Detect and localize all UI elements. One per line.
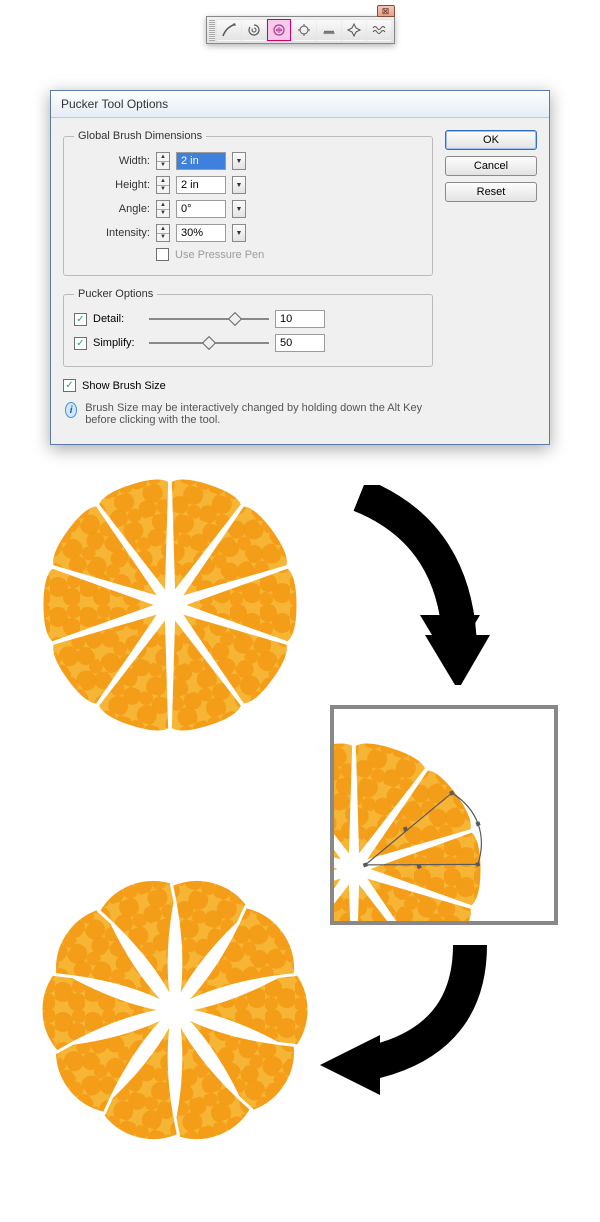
pressure-label: Use Pressure Pen: [175, 249, 264, 261]
info-icon: i: [65, 402, 77, 418]
angle-label: Angle:: [74, 203, 150, 215]
intensity-label: Intensity:: [74, 227, 150, 239]
width-stepper[interactable]: ▲▼: [156, 152, 170, 170]
wrinkle-icon: [371, 22, 387, 38]
global-brush-dimensions-group: Global Brush Dimensions Width: ▲▼ 2 in ▼…: [63, 130, 433, 276]
brush-legend: Global Brush Dimensions: [74, 130, 206, 142]
info-text: Brush Size may be interactively changed …: [85, 402, 431, 426]
angle-input[interactable]: 0°: [176, 200, 226, 218]
dialog-title: Pucker Tool Options: [61, 97, 168, 111]
detail-label: Detail:: [93, 313, 143, 325]
twirl-tool-button[interactable]: [242, 19, 266, 41]
height-input[interactable]: 2 in: [176, 176, 226, 194]
bloat-icon: [296, 22, 312, 38]
pucker-tool-options-dialog: Pucker Tool Options Global Brush Dimensi…: [50, 90, 550, 445]
height-stepper[interactable]: ▲▼: [156, 176, 170, 194]
simplify-checkbox[interactable]: ✓: [74, 337, 87, 350]
width-dropdown[interactable]: ▼: [232, 152, 246, 170]
detail-slider[interactable]: [149, 312, 269, 326]
warp-icon: [221, 22, 237, 38]
toolbar-close-button[interactable]: ⊠: [377, 5, 395, 17]
arrow-down-left: [320, 935, 490, 1095]
angle-dropdown[interactable]: ▼: [232, 200, 246, 218]
bloat-tool-button[interactable]: [292, 19, 316, 41]
height-dropdown[interactable]: ▼: [232, 176, 246, 194]
orange-slice-before: [30, 465, 310, 745]
width-input[interactable]: 2 in: [176, 152, 226, 170]
angle-stepper[interactable]: ▲▼: [156, 200, 170, 218]
cancel-button[interactable]: Cancel: [445, 156, 537, 176]
intensity-input[interactable]: 30%: [176, 224, 226, 242]
intensity-stepper[interactable]: ▲▼: [156, 224, 170, 242]
warp-tool-button[interactable]: [217, 19, 241, 41]
pressure-checkbox: [156, 248, 169, 261]
width-label: Width:: [74, 155, 150, 167]
pucker-legend: Pucker Options: [74, 288, 157, 300]
twirl-icon: [246, 22, 262, 38]
reset-button[interactable]: Reset: [445, 182, 537, 202]
scallop-tool-button[interactable]: [317, 19, 341, 41]
simplify-input[interactable]: 50: [275, 334, 325, 352]
pucker-icon: [271, 22, 287, 38]
pucker-options-group: Pucker Options ✓ Detail: 10 ✓ Simplify:: [63, 288, 433, 367]
intensity-dropdown[interactable]: ▼: [232, 224, 246, 242]
crystallize-tool-button[interactable]: [342, 19, 366, 41]
pucker-tool-button[interactable]: [267, 19, 291, 41]
wrinkle-tool-button[interactable]: [367, 19, 391, 41]
detail-input[interactable]: 10: [275, 310, 325, 328]
simplify-slider[interactable]: [149, 336, 269, 350]
show-brush-checkbox[interactable]: ✓: [63, 379, 76, 392]
detail-inset: [330, 705, 558, 925]
simplify-label: Simplify:: [93, 337, 143, 349]
scallop-icon: [321, 22, 337, 38]
show-brush-label: Show Brush Size: [82, 380, 166, 392]
illustration-area: [0, 465, 600, 1185]
liquify-toolbar: ⊠: [206, 16, 395, 44]
dialog-titlebar[interactable]: Pucker Tool Options: [51, 91, 549, 118]
arrow-down-right: [330, 485, 490, 685]
crystallize-icon: [346, 22, 362, 38]
detail-checkbox[interactable]: ✓: [74, 313, 87, 326]
ok-button[interactable]: OK: [445, 130, 537, 150]
toolbar-handle[interactable]: [209, 19, 215, 41]
height-label: Height:: [74, 179, 150, 191]
orange-slice-after: [30, 865, 320, 1155]
